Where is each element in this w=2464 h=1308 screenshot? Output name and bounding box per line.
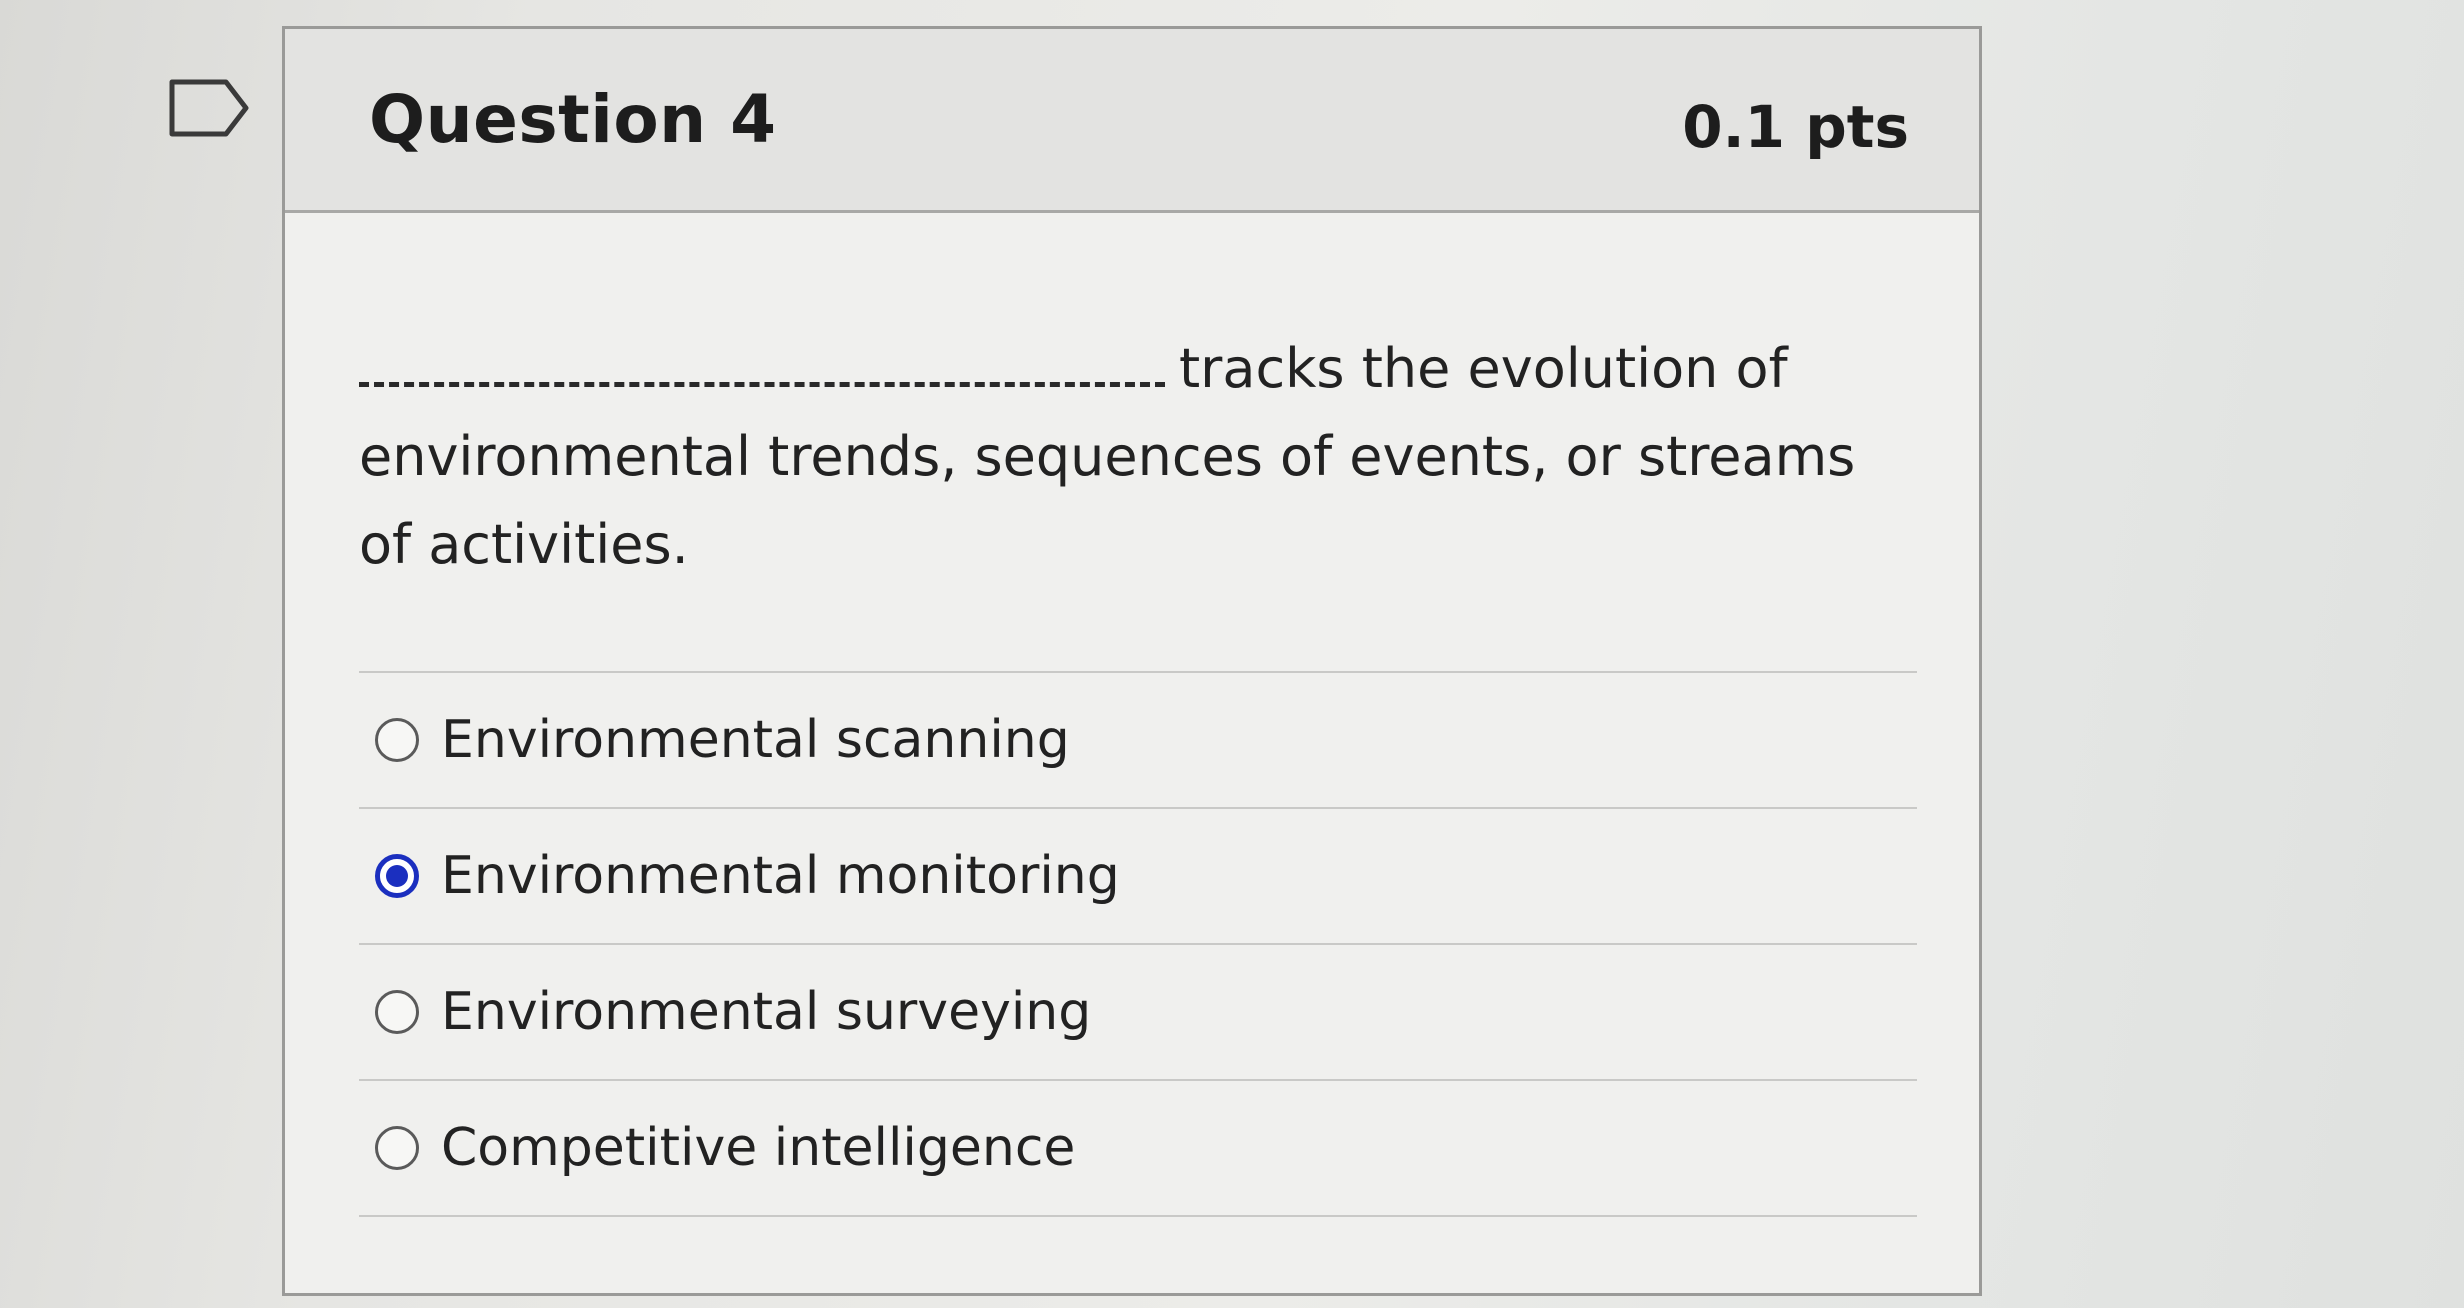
radio-button-selected[interactable] xyxy=(375,854,419,898)
radio-button[interactable] xyxy=(375,718,419,762)
answer-option[interactable]: Environmental monitoring xyxy=(359,809,1917,945)
question-points: 0.1 pts xyxy=(1682,92,1909,161)
answer-label: Competitive intelligence xyxy=(441,1118,1076,1178)
question-header: Question 4 0.1 pts xyxy=(285,29,1979,213)
answer-option[interactable]: Environmental scanning xyxy=(359,673,1917,809)
question-card: Question 4 0.1 pts tracks the evolution … xyxy=(282,26,1982,1296)
answer-list: Environmental scanning Environmental mon… xyxy=(359,671,1917,1217)
flag-question-icon[interactable] xyxy=(168,78,252,138)
question-body: tracks the evolution of environmental tr… xyxy=(285,325,1979,1217)
answer-option[interactable]: Competitive intelligence xyxy=(359,1081,1917,1217)
radio-button[interactable] xyxy=(375,1126,419,1170)
answer-label: Environmental scanning xyxy=(441,710,1070,770)
radio-button[interactable] xyxy=(375,990,419,1034)
question-title: Question 4 xyxy=(369,81,777,158)
answer-label: Environmental surveying xyxy=(441,982,1092,1042)
answer-option[interactable]: Environmental surveying xyxy=(359,945,1917,1081)
question-prompt: tracks the evolution of environmental tr… xyxy=(359,325,1859,589)
fill-in-blank xyxy=(359,334,1165,387)
answer-label: Environmental monitoring xyxy=(441,846,1120,906)
